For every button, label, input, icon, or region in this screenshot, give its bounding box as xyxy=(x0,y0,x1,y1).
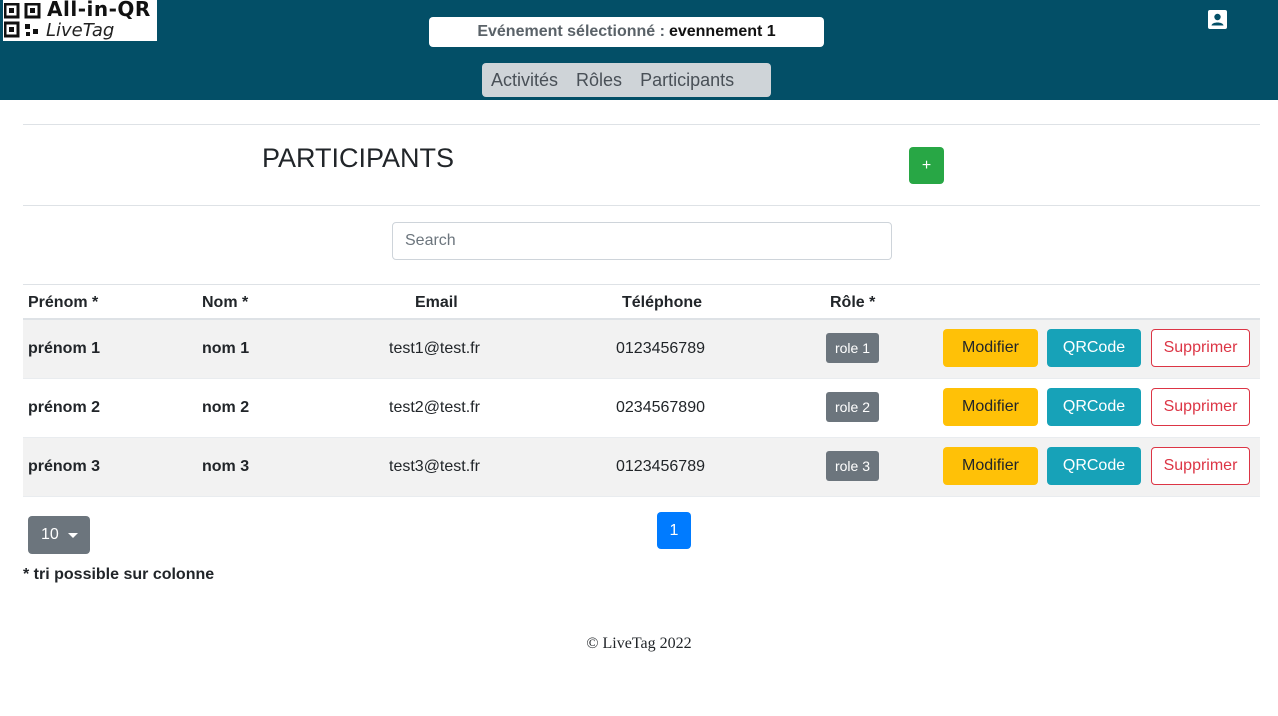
role-badge: role 2 xyxy=(826,392,879,422)
cell-nom: nom 1 xyxy=(202,340,250,357)
page-size-dropdown[interactable]: 10 xyxy=(28,516,90,554)
column-telephone: Téléphone xyxy=(622,294,703,311)
qrcode-button[interactable]: QRCode xyxy=(1047,388,1141,426)
cell-prenom: prénom 2 xyxy=(28,399,101,416)
cell-nom: nom 3 xyxy=(202,458,250,475)
main-nav: Activités Rôles Participants xyxy=(482,63,771,97)
delete-button[interactable]: Supprimer xyxy=(1151,329,1250,367)
cell-telephone: 0123456789 xyxy=(616,458,705,475)
table-row: prénom 1 nom 1 test1@test.fr 0123456789 … xyxy=(23,320,1260,379)
modify-button[interactable]: Modifier xyxy=(943,329,1038,367)
qrcode-button[interactable]: QRCode xyxy=(1047,329,1141,367)
cell-prenom: prénom 1 xyxy=(28,340,101,357)
delete-button[interactable]: Supprimer xyxy=(1151,388,1250,426)
participants-table: Prénom * Nom * Email Téléphone Rôle * pr… xyxy=(23,284,1260,497)
table-row: prénom 3 nom 3 test3@test.fr 0123456789 … xyxy=(23,438,1260,497)
column-role[interactable]: Rôle * xyxy=(830,294,875,312)
qrcode-button[interactable]: QRCode xyxy=(1047,447,1141,485)
column-email: Email xyxy=(415,294,458,311)
divider xyxy=(23,124,1260,125)
caret-down-icon xyxy=(67,532,78,538)
cell-prenom: prénom 3 xyxy=(28,458,101,475)
footer-copyright: © LiveTag 2022 xyxy=(586,635,692,652)
role-badge: role 3 xyxy=(826,451,879,481)
qr-logo-icon xyxy=(4,3,41,38)
event-label: Evénement sélectionné : xyxy=(477,23,665,40)
cell-email: test2@test.fr xyxy=(389,399,480,416)
nav-activites[interactable]: Activités xyxy=(482,70,567,91)
top-header: All-in-QR LiveTag Evénement sélectionné … xyxy=(0,0,1278,100)
user-account-icon[interactable] xyxy=(1208,10,1227,29)
event-value: evennement 1 xyxy=(668,23,776,40)
cell-nom: nom 2 xyxy=(202,399,250,416)
search-input[interactable] xyxy=(392,222,892,260)
logo-title: All-in-QR xyxy=(47,0,151,21)
page-title: PARTICIPANTS xyxy=(262,143,455,173)
table-row: prénom 2 nom 2 test2@test.fr 0234567890 … xyxy=(23,379,1260,438)
nav-participants[interactable]: Participants xyxy=(631,70,743,91)
column-prenom[interactable]: Prénom * xyxy=(28,294,98,312)
logo-subtitle: LiveTag xyxy=(46,20,115,41)
table-header: Prénom * Nom * Email Téléphone Rôle * xyxy=(23,284,1260,320)
delete-button[interactable]: Supprimer xyxy=(1151,447,1250,485)
selected-event[interactable]: Evénement sélectionné : evennement 1 xyxy=(429,17,824,47)
page-size-value: 10 xyxy=(41,526,59,543)
cell-telephone: 0234567890 xyxy=(616,399,705,416)
modify-button[interactable]: Modifier xyxy=(943,388,1038,426)
cell-email: test3@test.fr xyxy=(389,458,480,475)
app-logo[interactable]: All-in-QR LiveTag xyxy=(3,0,157,41)
add-participant-button[interactable]: + xyxy=(909,147,944,184)
role-badge: role 1 xyxy=(826,333,879,363)
cell-email: test1@test.fr xyxy=(389,340,480,357)
column-nom[interactable]: Nom * xyxy=(202,294,248,312)
page-button-1[interactable]: 1 xyxy=(657,512,691,549)
nav-roles[interactable]: Rôles xyxy=(567,70,631,91)
divider xyxy=(23,205,1260,206)
modify-button[interactable]: Modifier xyxy=(943,447,1038,485)
sort-note: * tri possible sur colonne xyxy=(23,566,215,583)
cell-telephone: 0123456789 xyxy=(616,340,705,357)
